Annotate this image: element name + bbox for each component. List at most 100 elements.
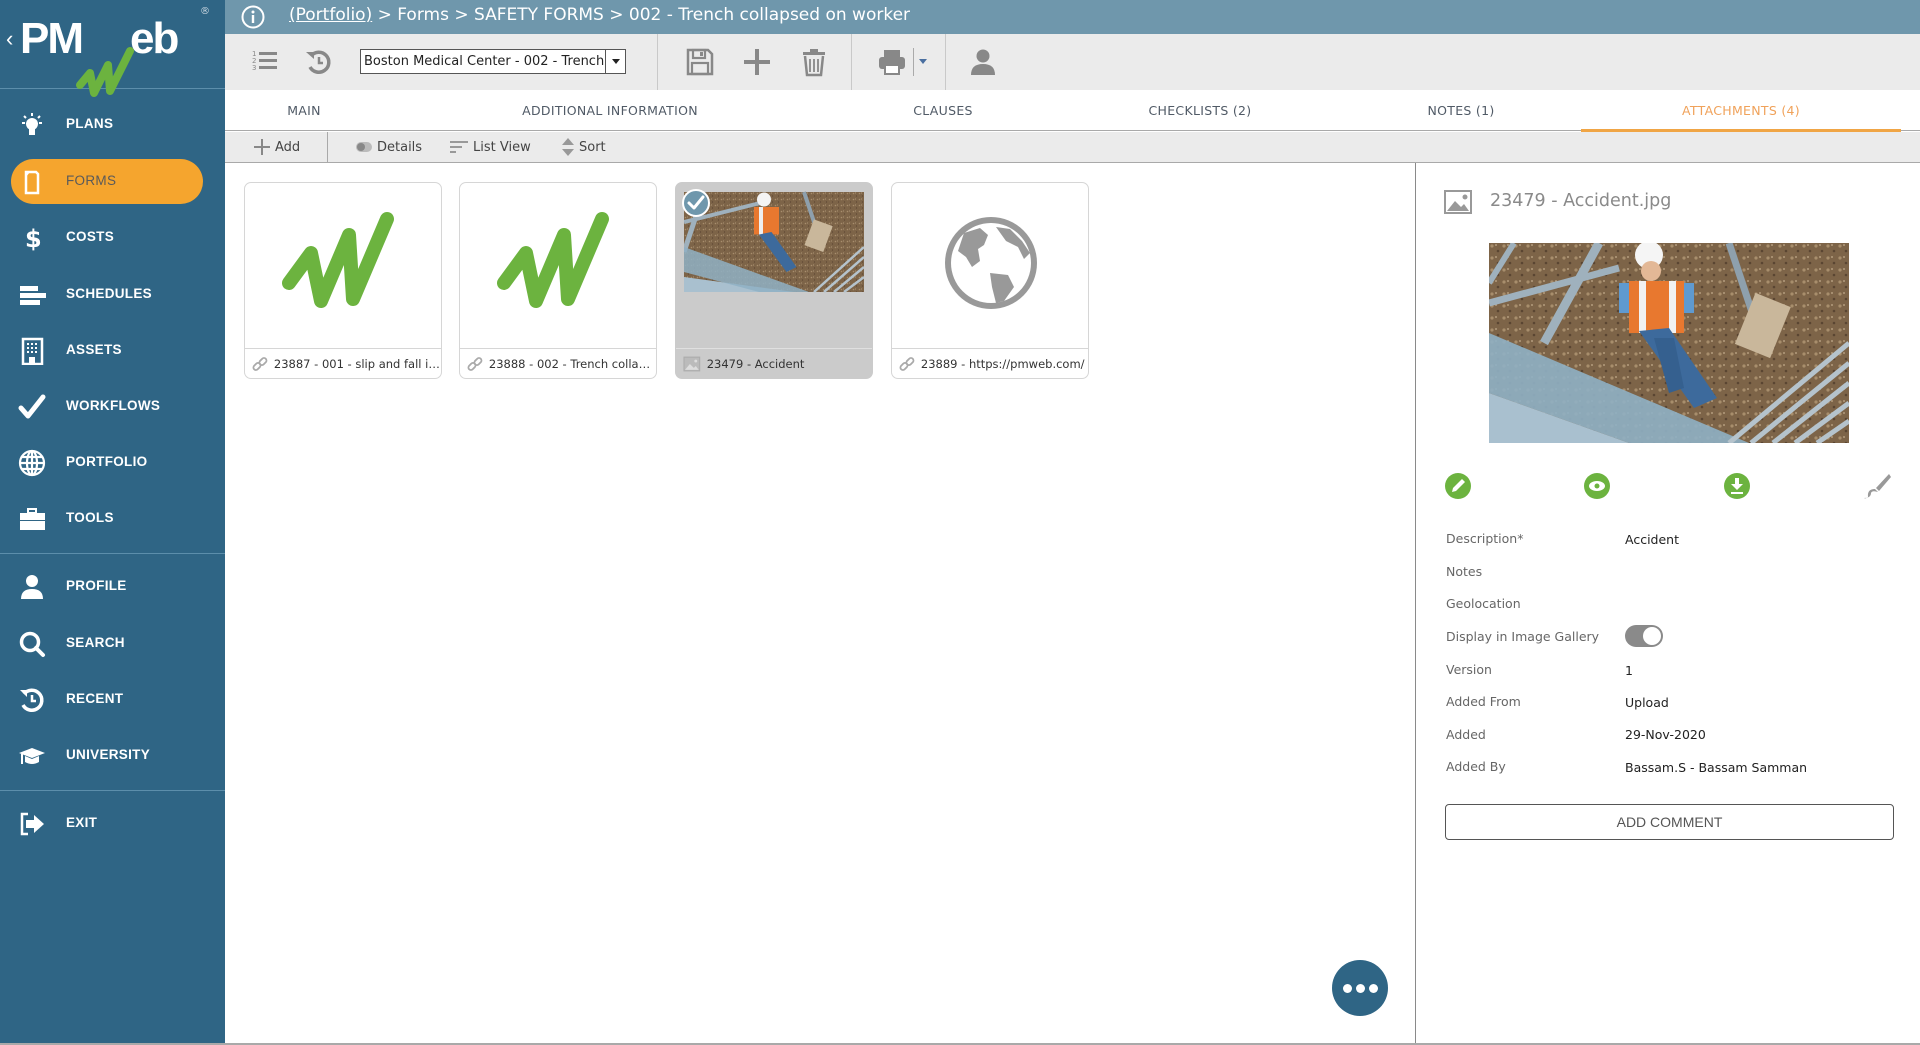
details-label: Details [377, 139, 423, 155]
toolbar-divider [945, 34, 946, 90]
sidebar-item-tools[interactable]: TOOLS [11, 496, 203, 541]
chevron-down-icon[interactable] [605, 50, 625, 73]
svg-text:3: 3 [252, 64, 256, 72]
attachment-title: 23479 - Accident.jpg [1490, 191, 1672, 211]
pmweb-logo-icon [282, 212, 394, 308]
logo[interactable]: ‹ PM eb ® [0, 0, 225, 97]
sidebar-item-assets[interactable]: ASSETS [11, 328, 203, 373]
sidebar-item-label: RECENT [66, 691, 124, 706]
display-in-gallery-label: Display in Image Gallery [1446, 629, 1600, 644]
sidebar-item-costs[interactable]: $ COSTS [11, 215, 203, 260]
tab-clauses[interactable]: CLAUSES [825, 90, 1061, 131]
sidebar-item-forms[interactable]: FORMS [11, 159, 203, 204]
sidebar-item-label: SCHEDULES [66, 286, 152, 301]
card-caption-text: 23479 - Accident [706, 357, 805, 371]
user-icon[interactable] [968, 47, 998, 77]
registered-mark: ® [200, 6, 210, 17]
sidebar-item-university[interactable]: UNIVERSITY [11, 733, 203, 778]
details-toggle[interactable]: Details [355, 132, 422, 162]
image-icon [1444, 190, 1472, 214]
history-icon[interactable] [303, 47, 333, 77]
sidebar-item-exit[interactable]: EXIT [11, 801, 203, 846]
checkmark-icon [18, 394, 46, 419]
list-view-icon [450, 141, 468, 153]
sidebar-item-label: COSTS [66, 229, 115, 244]
add-comment-button[interactable]: ADD COMMENT [1445, 804, 1894, 840]
card-caption-text: 23888 - 002 - Trench collapsed on worker [488, 357, 656, 371]
back-chevron-icon[interactable]: ‹ [6, 26, 13, 52]
globe-icon [18, 449, 46, 477]
document-icon [24, 170, 40, 195]
subbar-divider [327, 132, 328, 162]
breadcrumb-path: > Forms > SAFETY FORMS > 002 - Trench co… [372, 5, 911, 25]
sidebar-item-recent[interactable]: RECENT [11, 677, 203, 722]
view-icon[interactable] [1583, 472, 1611, 500]
thumbnail [245, 183, 441, 347]
graduation-cap-icon [19, 748, 45, 764]
more-actions-button[interactable] [1332, 960, 1388, 1016]
add-attachment-button[interactable]: Add [253, 132, 300, 162]
attachment-details-panel: 23479 - Accident.jpg Description* Accide… [1415, 163, 1920, 1043]
version-label: Version [1446, 662, 1492, 677]
lightbulb-icon [22, 113, 42, 135]
thumbnail [460, 183, 656, 347]
card-caption: 23887 - 001 - slip and fall in... [245, 348, 441, 378]
breadcrumb: (Portfolio) > Forms > SAFETY FORMS > 002… [289, 5, 910, 25]
dot [1343, 984, 1352, 993]
sidebar-item-plans[interactable]: PLANS [11, 102, 203, 147]
list-view-label: List View [473, 139, 531, 155]
tab-notes[interactable]: NOTES (1) [1355, 90, 1567, 131]
sidebar-item-label: TOOLS [66, 510, 114, 525]
toolbar-divider [657, 34, 658, 90]
sort-icon [562, 138, 574, 156]
card-caption: 23888 - 002 - Trench collapsed on worker [460, 348, 656, 378]
sidebar-item-workflows[interactable]: WORKFLOWS [11, 384, 203, 429]
accident-photo [1489, 243, 1849, 443]
accident-photo-thumbnail [684, 191, 864, 293]
toolbar: 123 Boston Medical Center - 002 - Trench… [225, 34, 1920, 90]
save-icon[interactable] [685, 47, 715, 77]
display-in-gallery-toggle[interactable] [1625, 625, 1663, 647]
paint-brush-icon[interactable] [1863, 472, 1891, 500]
delete-icon[interactable] [799, 47, 829, 77]
list-view-button[interactable]: List View [449, 132, 531, 162]
tab-bar: MAIN ADDITIONAL INFORMATION CLAUSES CHEC… [225, 90, 1920, 132]
dollar-icon: $ [25, 225, 42, 252]
print-icon[interactable] [877, 47, 907, 77]
tab-checklists[interactable]: CHECKLISTS (2) [1095, 90, 1305, 131]
attachment-card[interactable]: 23888 - 002 - Trench collapsed on worker [459, 182, 657, 379]
sort-button[interactable]: Sort [561, 132, 606, 162]
sidebar-item-search[interactable]: SEARCH [11, 621, 203, 666]
print-dropdown-icon[interactable] [919, 59, 927, 65]
sort-label: Sort [579, 139, 606, 155]
record-select[interactable]: Boston Medical Center - 002 - Trench col… [360, 49, 626, 74]
description-value[interactable]: Accident [1625, 532, 1679, 547]
tab-attachments[interactable]: ATTACHMENTS (4) [1581, 90, 1901, 132]
attachment-card[interactable]: 23889 - https://pmweb.com/ [891, 182, 1089, 379]
attachment-card[interactable]: 23887 - 001 - slip and fall in... [244, 182, 442, 379]
attachment-preview-image[interactable] [1489, 243, 1849, 443]
tab-main[interactable]: MAIN [225, 90, 383, 131]
added-label: Added [1446, 727, 1486, 742]
user-icon [21, 575, 43, 599]
info-icon[interactable] [241, 5, 265, 29]
sidebar-item-label: FORMS [66, 173, 117, 188]
add-icon[interactable] [742, 47, 772, 77]
header-bar: (Portfolio) > Forms > SAFETY FORMS > 002… [225, 0, 1920, 34]
attachment-card-selected[interactable]: 23479 - Accident [675, 182, 873, 379]
search-icon [19, 631, 45, 657]
history-icon [20, 688, 44, 712]
sidebar-item-schedules[interactable]: SCHEDULES [11, 272, 203, 317]
brand-prefix: PM [20, 14, 84, 63]
sidebar: ‹ PM eb ® PLANS FORMS $ COSTS SCHEDULES A… [0, 0, 225, 1045]
list-icon[interactable]: 123 [250, 47, 280, 77]
sidebar-item-label: EXIT [66, 815, 98, 830]
card-caption: 23889 - https://pmweb.com/ [892, 348, 1088, 378]
breadcrumb-portfolio-link[interactable]: (Portfolio) [289, 5, 372, 25]
selected-check-icon[interactable] [682, 189, 710, 217]
sidebar-item-portfolio[interactable]: PORTFOLIO [11, 440, 203, 485]
tab-additional-information[interactable]: ADDITIONAL INFORMATION [463, 90, 757, 131]
download-icon[interactable] [1723, 472, 1751, 500]
edit-icon[interactable] [1444, 472, 1472, 500]
sidebar-item-profile[interactable]: PROFILE [11, 564, 203, 609]
